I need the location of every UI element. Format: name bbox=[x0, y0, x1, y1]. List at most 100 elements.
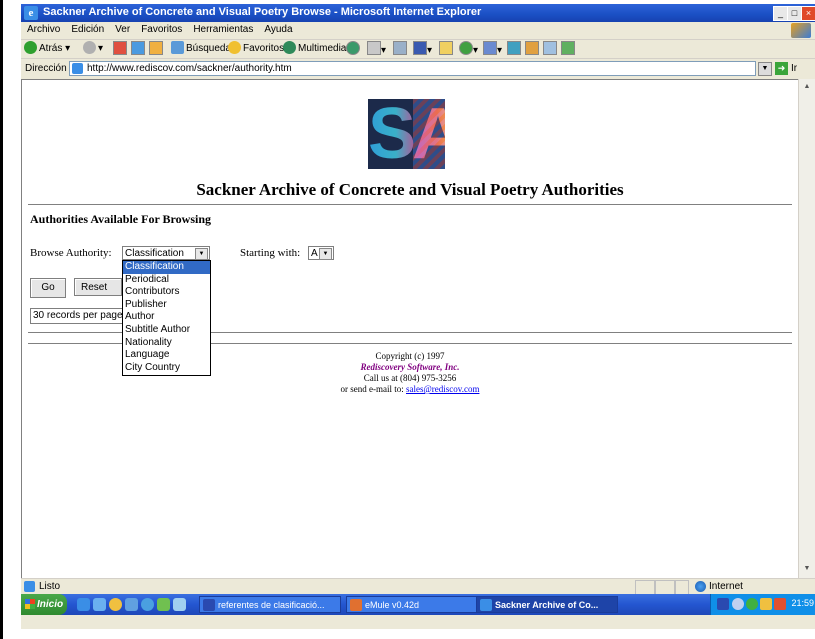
tool-icon bbox=[543, 41, 557, 55]
menu-favoritos[interactable]: Favoritos bbox=[135, 22, 187, 35]
tray-icon[interactable] bbox=[760, 598, 772, 610]
close-button[interactable]: × bbox=[801, 6, 815, 21]
refresh-button[interactable] bbox=[131, 41, 145, 57]
reset-button[interactable]: Reset bbox=[74, 278, 122, 296]
favorites-button[interactable]: Favoritos bbox=[228, 41, 284, 57]
divider bbox=[28, 204, 792, 205]
search-button[interactable]: Búsqueda bbox=[171, 41, 231, 57]
status-pane bbox=[655, 580, 675, 595]
tool-button-2[interactable] bbox=[507, 41, 521, 57]
history-button[interactable] bbox=[346, 41, 360, 57]
email-link[interactable]: sales@rediscov.com bbox=[406, 384, 479, 394]
stop-button[interactable] bbox=[113, 41, 127, 57]
quicklaunch-ie-icon[interactable] bbox=[77, 598, 90, 611]
folder-button[interactable] bbox=[439, 41, 453, 57]
records-per-page-select[interactable]: 30 records per page bbox=[30, 308, 124, 324]
vertical-scrollbar[interactable]: ▲ ▼ bbox=[798, 79, 815, 578]
tool-icon bbox=[525, 41, 539, 55]
logo-pattern bbox=[413, 99, 445, 169]
forward-button[interactable]: ▾ bbox=[83, 41, 103, 57]
menu-bar: Archivo Edición Ver Favoritos Herramientas Ay… bbox=[21, 22, 815, 40]
title-bar[interactable]: e Sackner Archive of Concrete and Visual… bbox=[21, 4, 815, 22]
toolbar: Atrás ▾ ▾ Búsqueda Favoritos Multimedia … bbox=[21, 40, 815, 59]
option-publisher[interactable]: Publisher bbox=[123, 299, 210, 312]
messenger-button[interactable]: ▾ bbox=[459, 41, 478, 57]
address-url: http://www.rediscov.com/sackner/authorit… bbox=[87, 63, 292, 74]
menu-archivo[interactable]: Archivo bbox=[21, 22, 65, 35]
multimedia-label: Multimedia bbox=[298, 43, 347, 54]
menu-herramientas[interactable]: Herramientas bbox=[187, 22, 258, 35]
tool-button-1[interactable]: ▾ bbox=[483, 41, 502, 57]
search-icon bbox=[171, 41, 184, 54]
option-language[interactable]: Language bbox=[123, 349, 210, 362]
address-dropdown-button[interactable]: ▼ bbox=[758, 62, 772, 76]
multimedia-button[interactable]: Multimedia bbox=[283, 41, 346, 57]
taskbar-item-word[interactable]: referentes de clasificació... bbox=[199, 596, 341, 613]
edit-button[interactable]: ▾ bbox=[413, 41, 432, 57]
quicklaunch-icon[interactable] bbox=[141, 598, 154, 611]
browse-authority-value: Classification bbox=[125, 248, 184, 259]
taskbar-item-label: Sackner Archive of Co... bbox=[495, 600, 599, 610]
option-nationality[interactable]: Nationality bbox=[123, 337, 210, 350]
print-button[interactable] bbox=[393, 41, 407, 57]
taskbar-item-emule[interactable]: eMule v0.42d bbox=[346, 596, 488, 613]
tool-button-4[interactable] bbox=[543, 41, 557, 57]
menu-edicion[interactable]: Edición bbox=[65, 22, 109, 35]
tool-button-5[interactable] bbox=[561, 41, 575, 57]
stop-icon bbox=[113, 41, 127, 55]
option-periodical[interactable]: Periodical bbox=[123, 274, 210, 287]
ie-icon bbox=[480, 599, 492, 611]
tray-icon[interactable] bbox=[746, 598, 758, 610]
quicklaunch-icon[interactable] bbox=[125, 598, 138, 611]
taskbar: Inicio referentes de clasificació... eMu… bbox=[21, 594, 815, 615]
system-tray: 21:59 bbox=[710, 594, 815, 615]
history-icon bbox=[346, 41, 360, 55]
starting-with-select[interactable]: A ▼ bbox=[308, 246, 334, 260]
emule-icon bbox=[350, 599, 362, 611]
go-arrow-icon[interactable]: ➜ bbox=[775, 62, 788, 75]
option-city-country[interactable]: City Country bbox=[123, 362, 210, 375]
chevron-down-icon[interactable]: ▼ bbox=[319, 248, 332, 260]
option-subtitle-author[interactable]: Subtitle Author bbox=[123, 324, 210, 337]
mail-button[interactable]: ▾ bbox=[367, 41, 386, 57]
tool-button-3[interactable] bbox=[525, 41, 539, 57]
home-button[interactable] bbox=[149, 41, 163, 57]
browser-window: e Sackner Archive of Concrete and Visual… bbox=[21, 4, 815, 629]
go-button[interactable]: Go bbox=[30, 278, 66, 298]
option-author[interactable]: Author bbox=[123, 311, 210, 324]
tray-icon[interactable] bbox=[732, 598, 744, 610]
taskbar-item-label: eMule v0.42d bbox=[365, 600, 420, 610]
email-line: or send e-mail to: sales@rediscov.com bbox=[22, 384, 798, 395]
clock: 21:59 bbox=[791, 598, 814, 608]
quicklaunch-icon[interactable] bbox=[157, 598, 170, 611]
section-title: Authorities Available For Browsing bbox=[30, 212, 212, 226]
quicklaunch-icon[interactable] bbox=[173, 598, 186, 611]
back-button[interactable]: Atrás ▾ bbox=[24, 41, 70, 57]
email-prefix: or send e-mail to: bbox=[340, 384, 404, 394]
tray-icon[interactable] bbox=[717, 598, 729, 610]
address-input[interactable]: http://www.rediscov.com/sackner/authorit… bbox=[69, 61, 756, 76]
start-button[interactable]: Inicio bbox=[21, 594, 67, 615]
security-zone: Internet bbox=[709, 581, 743, 592]
maximize-button[interactable]: □ bbox=[787, 6, 802, 21]
option-classification[interactable]: Classification bbox=[123, 261, 210, 274]
menu-ayuda[interactable]: Ayuda bbox=[258, 22, 297, 35]
ie-icon: e bbox=[24, 6, 38, 20]
tray-icon[interactable] bbox=[774, 598, 786, 610]
scroll-down-icon[interactable]: ▼ bbox=[801, 563, 813, 575]
option-contributors[interactable]: Contributors bbox=[123, 286, 210, 299]
menu-ver[interactable]: Ver bbox=[109, 22, 135, 35]
quicklaunch-icon[interactable] bbox=[93, 598, 106, 611]
taskbar-item-browser[interactable]: Sackner Archive of Co... bbox=[476, 596, 618, 613]
forward-arrow-icon bbox=[83, 41, 96, 54]
quicklaunch-icon[interactable] bbox=[109, 598, 122, 611]
taskbar-item-label: referentes de clasificació... bbox=[218, 600, 325, 610]
chevron-down-icon[interactable]: ▼ bbox=[195, 248, 208, 260]
page-heading: Sackner Archive of Concrete and Visual P… bbox=[196, 180, 624, 199]
go-label[interactable]: Ir bbox=[791, 63, 797, 74]
browse-authority-select[interactable]: Classification ▼ bbox=[122, 246, 210, 260]
scroll-up-icon[interactable]: ▲ bbox=[801, 81, 813, 93]
search-label: Búsqueda bbox=[186, 43, 232, 54]
page-done-icon bbox=[24, 581, 35, 592]
minimize-button[interactable]: _ bbox=[773, 6, 788, 21]
